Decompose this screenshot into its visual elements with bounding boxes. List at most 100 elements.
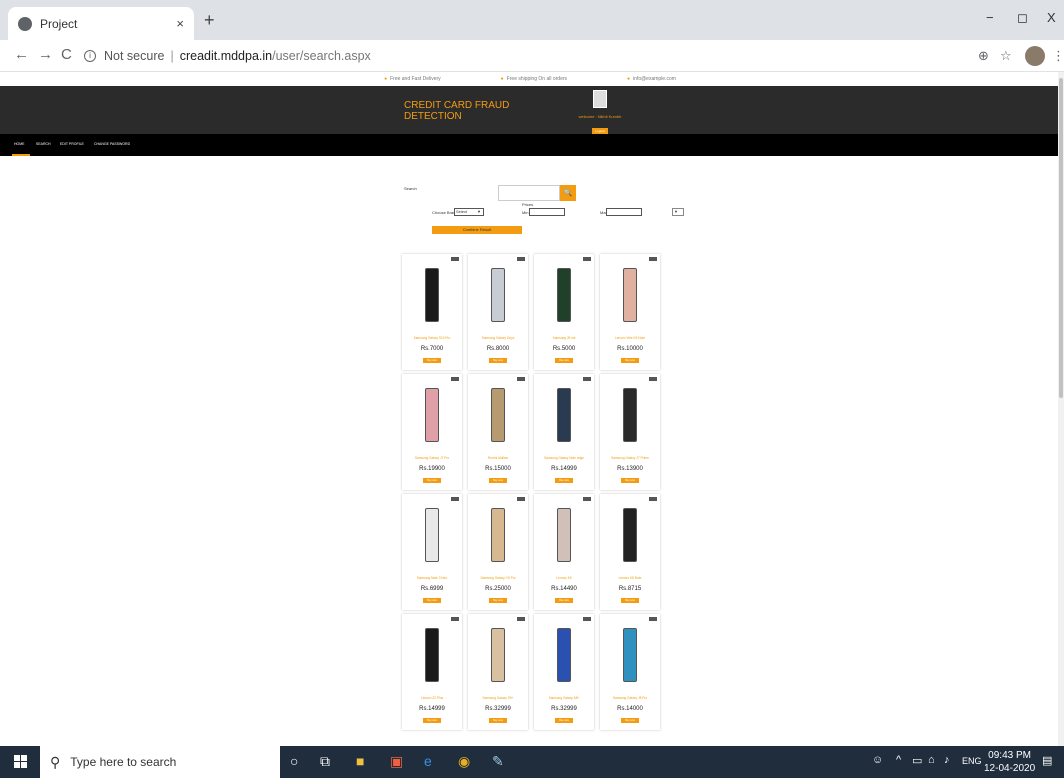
product-image[interactable]: [557, 388, 571, 442]
product-image[interactable]: [623, 508, 637, 562]
buy-now-button[interactable]: Buy now: [423, 478, 441, 483]
product-name[interactable]: Redmi Aldilaw: [468, 456, 528, 460]
product-card[interactable]: Samsung J5 ext Rs.5000 Buy now: [534, 254, 594, 370]
buy-now-button[interactable]: Buy now: [489, 478, 507, 483]
product-image[interactable]: [557, 508, 571, 562]
product-image[interactable]: [491, 388, 505, 442]
product-card[interactable]: Samsung Galaxy Onyx Rs.8000 Buy now: [468, 254, 528, 370]
search-button[interactable]: 🔍: [560, 185, 576, 201]
nav-change-password[interactable]: CHANGE PASSWORD: [94, 142, 130, 146]
page-scrollbar[interactable]: [1058, 72, 1064, 746]
close-tab-icon[interactable]: ×: [176, 16, 184, 31]
product-name[interactable]: Lenovo K5: [534, 576, 594, 580]
system-clock[interactable]: 09:43 PM 12-04-2020: [984, 749, 1035, 775]
buy-now-button[interactable]: Buy now: [621, 598, 639, 603]
product-image[interactable]: [623, 388, 637, 442]
nav-search[interactable]: SEARCH: [36, 142, 51, 146]
product-image[interactable]: [623, 628, 637, 682]
product-card[interactable]: Redmi Aldilaw Rs.15000 Buy now: [468, 374, 528, 490]
product-card[interactable]: Samsung Galaxy C9 Pro Rs.25000 Buy now: [468, 494, 528, 610]
profile-avatar[interactable]: [1025, 46, 1045, 66]
product-name[interactable]: Samsung Galaxy A8+: [534, 696, 594, 700]
price-dropdown[interactable]: ▼: [672, 208, 684, 216]
store-icon[interactable]: ■: [356, 753, 364, 769]
paint-icon[interactable]: ✎: [492, 753, 504, 770]
product-card[interactable]: Samsung Galaxy J8 Pro Rs.14000 Buy now: [600, 614, 660, 730]
product-image[interactable]: [425, 388, 439, 442]
product-name[interactable]: Samsung Galaxy J8 Pro: [600, 696, 660, 700]
product-name[interactable]: Samsung Note 3 Neo: [402, 576, 462, 580]
product-name[interactable]: Samsung J5 ext: [534, 336, 594, 340]
product-card[interactable]: Samsung Galaxy Note edge Rs.14999 Buy now: [534, 374, 594, 490]
media-app-icon[interactable]: ▣: [390, 753, 403, 770]
people-icon[interactable]: ☺: [872, 754, 883, 766]
max-price-input[interactable]: [606, 208, 642, 216]
min-price-input[interactable]: [529, 208, 565, 216]
buy-now-button[interactable]: Buy now: [489, 358, 507, 363]
product-name[interactable]: Lenovo Vibe K5 Note: [600, 336, 660, 340]
cortana-icon[interactable]: ○: [290, 753, 298, 769]
search-input[interactable]: [498, 185, 560, 201]
buy-now-button[interactable]: Buy now: [621, 358, 639, 363]
product-name[interactable]: Lenovo Z2 Plus: [402, 696, 462, 700]
product-image[interactable]: [491, 508, 505, 562]
battery-icon[interactable]: ▭: [912, 754, 922, 767]
product-image[interactable]: [623, 268, 637, 322]
zoom-icon[interactable]: ⊕: [978, 48, 989, 64]
product-name[interactable]: Samsung Galaxy S9+: [468, 696, 528, 700]
product-name[interactable]: Samsung Galaxy C9 Pro: [468, 576, 528, 580]
scrollbar-thumb[interactable]: [1059, 78, 1063, 398]
product-name[interactable]: Samsung Galaxy Note edge: [534, 456, 594, 460]
product-name[interactable]: Samsung Galaxy S10 Pro: [402, 336, 462, 340]
product-card[interactable]: Lenovo Vibe K5 Note Rs.10000 Buy now: [600, 254, 660, 370]
new-tab-button[interactable]: +: [204, 10, 215, 31]
buy-now-button[interactable]: Buy now: [423, 598, 441, 603]
back-button[interactable]: ←: [14, 46, 29, 63]
volume-icon[interactable]: ♪: [944, 754, 950, 766]
product-card[interactable]: Samsung Galaxy S9+ Rs.32999 Buy now: [468, 614, 528, 730]
product-card[interactable]: Lenovo Z2 Plus Rs.14999 Buy now: [402, 614, 462, 730]
product-image[interactable]: [557, 628, 571, 682]
product-name[interactable]: Samsung Galaxy J7 Pro: [402, 456, 462, 460]
url-input[interactable]: i Not secure | creadit.mddpa.in /user/se…: [84, 44, 964, 68]
product-name[interactable]: Samsung Galaxy J7 Prime: [600, 456, 660, 460]
buy-now-button[interactable]: Buy now: [489, 718, 507, 723]
buy-now-button[interactable]: Buy now: [555, 718, 573, 723]
product-image[interactable]: [557, 268, 571, 322]
forward-button[interactable]: →: [38, 46, 53, 63]
product-name[interactable]: Lenovo K8 Note: [600, 576, 660, 580]
bookmark-star-icon[interactable]: ☆: [1000, 48, 1012, 64]
maximize-button[interactable]: ◻: [1017, 10, 1028, 26]
info-icon[interactable]: i: [84, 50, 96, 62]
buy-now-button[interactable]: Buy now: [621, 718, 639, 723]
product-card[interactable]: Samsung Galaxy A8+ Rs.32999 Buy now: [534, 614, 594, 730]
close-window-button[interactable]: X: [1047, 10, 1056, 25]
buy-now-button[interactable]: Buy now: [555, 598, 573, 603]
product-image[interactable]: [491, 628, 505, 682]
nav-edit-profile[interactable]: EDIT PROFILE: [60, 142, 84, 146]
product-card[interactable]: Samsung Galaxy J7 Pro Rs.19900 Buy now: [402, 374, 462, 490]
product-image[interactable]: [425, 628, 439, 682]
product-image[interactable]: [491, 268, 505, 322]
product-image[interactable]: [425, 508, 439, 562]
language-indicator[interactable]: ENG: [962, 756, 982, 766]
minimize-button[interactable]: −: [986, 10, 994, 25]
browser-tab[interactable]: Project ×: [8, 7, 194, 40]
buy-now-button[interactable]: Buy now: [423, 358, 441, 363]
taskbar-search-input[interactable]: ⚲ Type here to search: [40, 746, 280, 778]
task-view-icon[interactable]: ⧉: [320, 753, 330, 770]
product-card[interactable]: Lenovo K5 Rs.14490 Buy now: [534, 494, 594, 610]
combine-result-button[interactable]: Combine Result: [432, 226, 522, 234]
edge-icon[interactable]: e: [424, 753, 432, 769]
product-card[interactable]: Samsung Note 3 Neo Rs.6999 Buy now: [402, 494, 462, 610]
network-icon[interactable]: ⌂: [928, 754, 935, 766]
windows-start-icon[interactable]: [14, 755, 28, 769]
site-brand[interactable]: CREDIT CARD FRAUD DETECTION: [404, 100, 514, 122]
brand-select[interactable]: Select ▼: [454, 208, 484, 216]
buy-now-button[interactable]: Buy now: [621, 478, 639, 483]
product-image[interactable]: [425, 268, 439, 322]
notification-icon[interactable]: ▤: [1042, 754, 1052, 767]
chrome-icon[interactable]: ◉: [458, 753, 470, 770]
product-card[interactable]: Samsung Galaxy J7 Prime Rs.13900 Buy now: [600, 374, 660, 490]
buy-now-button[interactable]: Buy now: [489, 598, 507, 603]
